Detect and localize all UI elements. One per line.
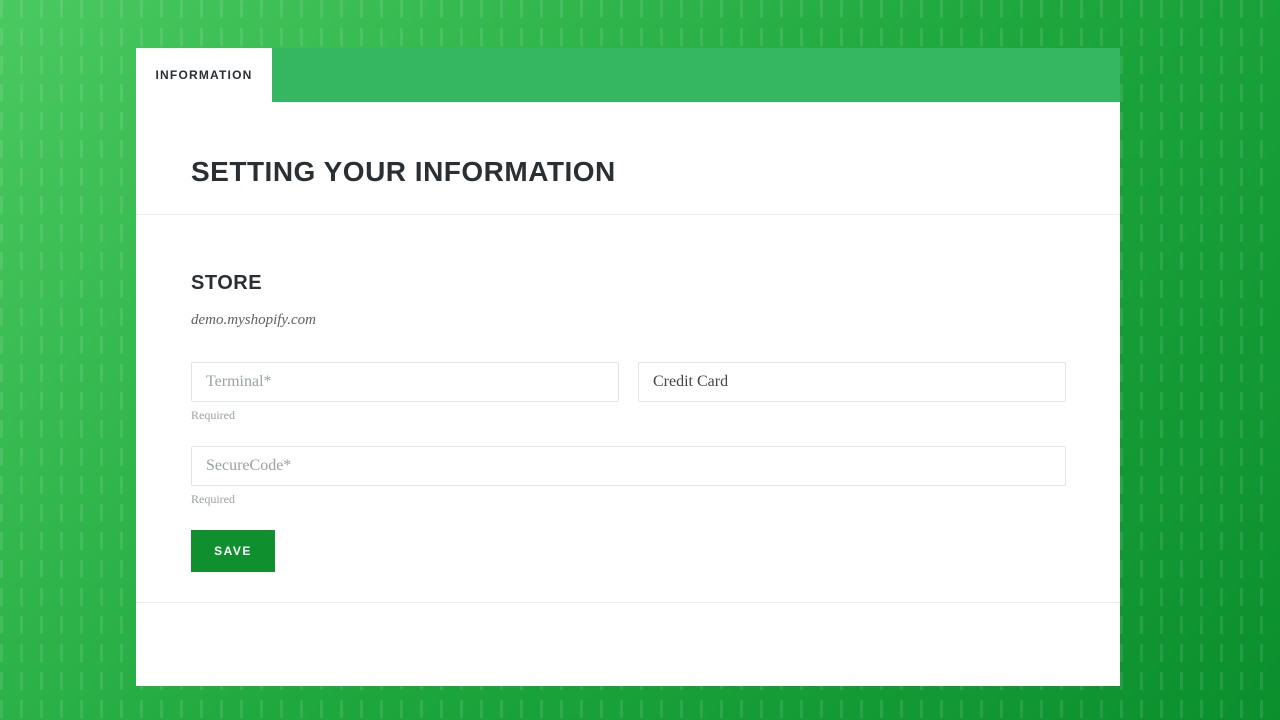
save-button[interactable]: SAVE xyxy=(191,530,275,572)
terminal-helper: Required xyxy=(191,408,235,423)
settings-panel: INFORMATION SETTING YOUR INFORMATION STO… xyxy=(136,48,1120,686)
divider xyxy=(136,602,1120,603)
tab-strip: INFORMATION xyxy=(136,48,1120,102)
tab-information[interactable]: INFORMATION xyxy=(136,48,272,102)
label-input[interactable] xyxy=(638,362,1066,402)
terminal-input[interactable] xyxy=(191,362,619,402)
store-url: demo.myshopify.com xyxy=(191,312,316,329)
page-title: SETTING YOUR INFORMATION xyxy=(191,156,616,188)
section-title-store: STORE xyxy=(191,272,262,295)
divider xyxy=(136,214,1120,215)
securecode-input[interactable] xyxy=(191,446,1066,486)
securecode-helper: Required xyxy=(191,492,235,507)
